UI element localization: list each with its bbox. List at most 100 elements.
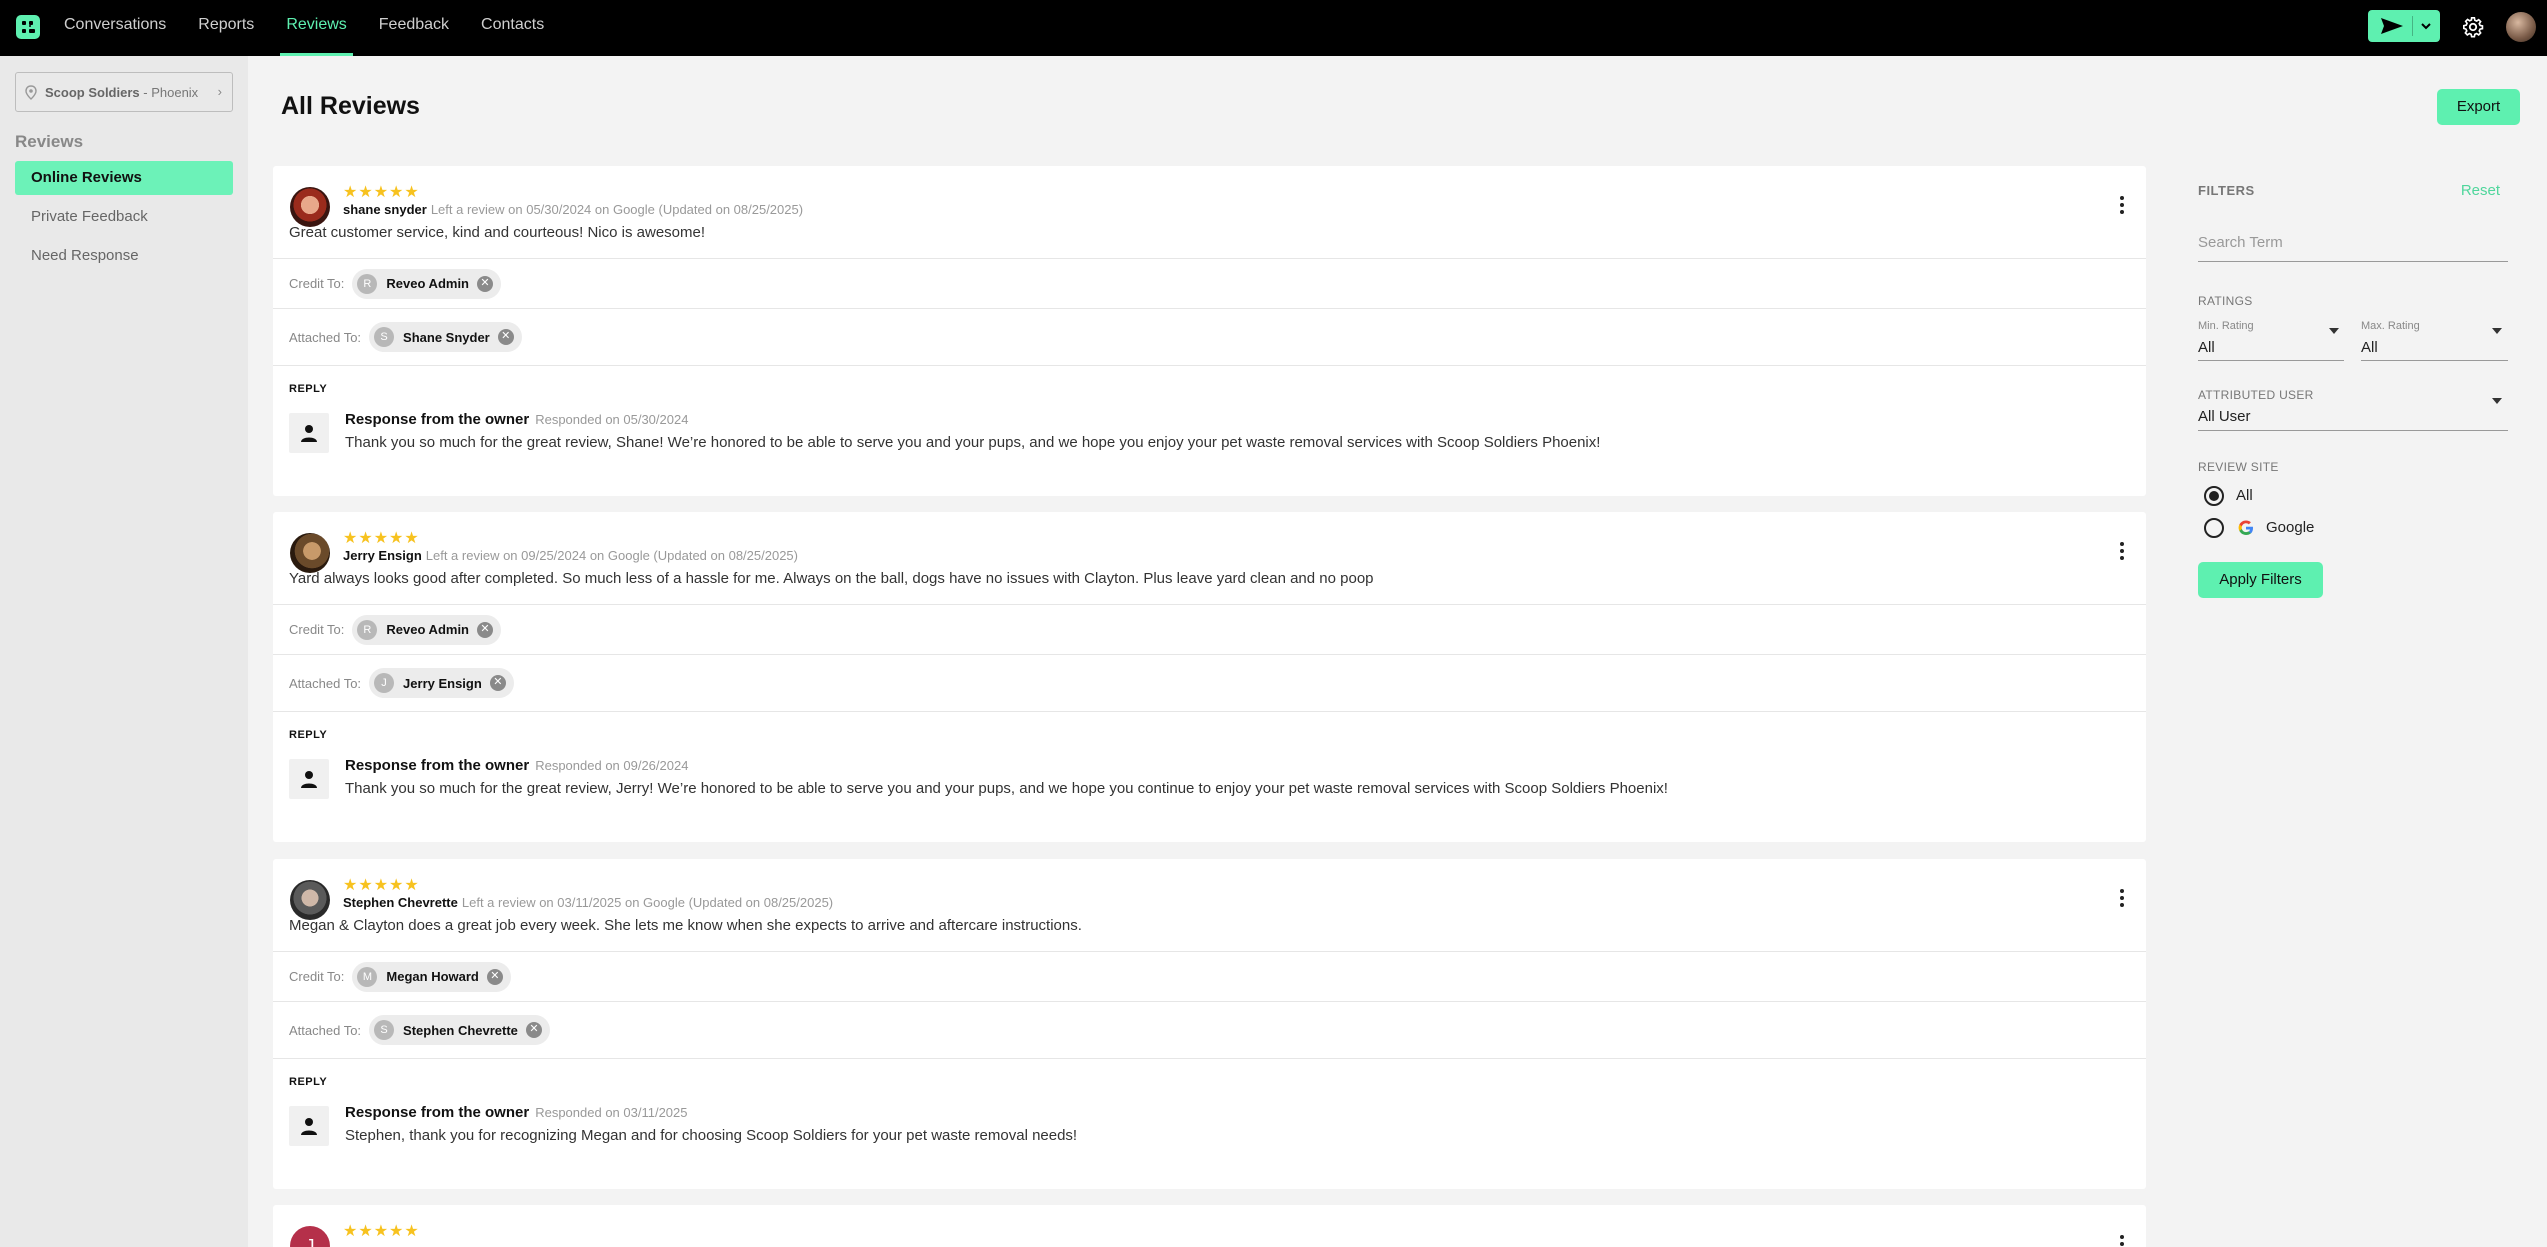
remove-icon[interactable]: ✕	[497, 329, 514, 345]
attached-label: Attached To:	[289, 675, 362, 691]
credit-row: Credit To: R Reveo Admin ✕	[273, 258, 2146, 308]
reply-label: REPLY	[289, 729, 328, 741]
location-pin-icon	[25, 85, 37, 100]
remove-icon[interactable]: ✕	[486, 968, 503, 985]
reset-link[interactable]: Reset	[2461, 182, 2500, 199]
page-title: All Reviews	[281, 92, 420, 120]
review-meta: Left a review on 05/30/2024 on Google (U…	[430, 202, 804, 217]
apply-filters-button[interactable]: Apply Filters	[2198, 562, 2323, 598]
chevron-down-icon[interactable]	[2420, 20, 2432, 32]
attached-label: Attached To:	[289, 1022, 362, 1038]
app-logo-icon[interactable]	[16, 15, 40, 39]
attached-chip: J Jerry Ensign ✕	[369, 668, 514, 698]
review-meta: Left a review on 09/25/2024 on Google (U…	[425, 548, 798, 563]
response-title: Response from the owner	[345, 411, 530, 428]
remove-icon[interactable]: ✕	[477, 275, 493, 292]
more-options-icon[interactable]	[2120, 542, 2124, 560]
response-date: Responded on 05/30/2024	[535, 412, 689, 427]
nav-feedback[interactable]: Feedback	[379, 0, 449, 56]
chip-name: Reveo Admin	[386, 276, 469, 291]
reply-label: REPLY	[289, 1076, 328, 1088]
nav-contacts[interactable]: Contacts	[481, 0, 544, 56]
gear-icon[interactable]	[2462, 16, 2484, 38]
radio-all-label: All	[2236, 487, 2253, 504]
reply-section: REPLY Response from the owner Responded o…	[273, 711, 2146, 823]
location-selector[interactable]: Scoop Soldiers - Phoenix ›	[15, 72, 233, 112]
review-card: ★★★★★ Stephen Chevrette Left a review on …	[273, 859, 2146, 1189]
review-card: ★★★★★ shane snyder Left a review on 05/30…	[273, 166, 2146, 496]
google-icon	[2238, 520, 2253, 535]
review-card: ★★★★★ Jerry Ensign Left a review on 09/25…	[273, 512, 2146, 842]
radio-google[interactable]	[2204, 518, 2224, 538]
owner-avatar	[289, 1106, 329, 1146]
reviewer-avatar	[290, 880, 330, 920]
response-text: Thank you so much for the great review, …	[345, 434, 1601, 451]
credit-chip: R Reveo Admin ✕	[352, 268, 501, 299]
chevron-down-icon[interactable]	[2492, 328, 2502, 334]
chip-name: Reveo Admin	[386, 622, 469, 637]
review-card: J ★★★★★	[273, 1205, 2146, 1247]
person-icon	[301, 771, 317, 788]
chip-name: Shane Snyder	[403, 329, 490, 345]
star-rating: ★★★★★	[343, 877, 420, 894]
send-icon	[2381, 18, 2403, 34]
nav-conversations[interactable]: Conversations	[64, 0, 166, 56]
chip-initial: S	[374, 327, 395, 347]
attached-chip: S Shane Snyder ✕	[369, 322, 522, 352]
review-text: Great customer service, kind and courteo…	[289, 224, 706, 241]
response-date: Responded on 09/26/2024	[535, 758, 689, 773]
attached-row: Attached To: S Stephen Chevrette ✕	[273, 1001, 2146, 1058]
review-site-label: REVIEW SITE	[2198, 460, 2279, 474]
response-date: Responded on 03/11/2025	[535, 1105, 688, 1120]
top-navigation-bar: Conversations Reports Reviews Feedback C…	[0, 0, 2547, 56]
nav-reviews[interactable]: Reviews	[280, 0, 354, 56]
credit-chip: M Megan Howard ✕	[352, 961, 511, 992]
max-rating-label: Max. Rating	[2361, 320, 2420, 332]
remove-icon[interactable]: ✕	[477, 621, 493, 638]
attached-row: Attached To: S Shane Snyder ✕	[273, 308, 2146, 365]
more-options-icon[interactable]	[2120, 196, 2124, 214]
search-input[interactable]: Search Term	[2198, 232, 2508, 262]
nav-reports[interactable]: Reports	[198, 0, 254, 56]
chevron-down-icon[interactable]	[2492, 398, 2502, 404]
owner-avatar	[289, 759, 329, 799]
reviewer-avatar	[290, 533, 330, 573]
credit-label: Credit To:	[289, 622, 345, 637]
reply-section: REPLY Response from the owner Responded o…	[273, 1058, 2146, 1170]
more-options-icon[interactable]	[2120, 889, 2124, 907]
owner-avatar	[289, 413, 329, 453]
reviewer-avatar	[290, 187, 330, 227]
more-options-icon[interactable]	[2120, 1235, 2124, 1247]
person-icon	[301, 425, 317, 442]
review-text: Yard always looks good after completed. …	[289, 570, 1374, 587]
chip-initial: J	[374, 673, 395, 693]
remove-icon[interactable]: ✕	[525, 1022, 542, 1038]
chip-initial: R	[357, 273, 378, 294]
credit-label: Credit To:	[289, 276, 345, 291]
ratings-label: RATINGS	[2198, 294, 2253, 308]
reply-label: REPLY	[289, 383, 328, 395]
remove-icon[interactable]: ✕	[489, 675, 506, 691]
sidebar-item-private-feedback[interactable]: Private Feedback	[15, 200, 233, 234]
chevron-right-icon: ›	[217, 84, 222, 99]
export-button[interactable]: Export	[2437, 89, 2520, 125]
user-avatar[interactable]	[2506, 12, 2536, 42]
sidebar-item-online-reviews[interactable]: Online Reviews	[15, 161, 233, 195]
radio-google-label: Google	[2266, 519, 2315, 536]
attributed-user-label: ATTRIBUTED USER	[2198, 388, 2314, 402]
min-rating-label: Min. Rating	[2198, 320, 2254, 332]
radio-all[interactable]	[2204, 486, 2224, 506]
main-nav: Conversations Reports Reviews Feedback C…	[64, 0, 576, 56]
response-text: Thank you so much for the great review, …	[345, 780, 1668, 797]
min-rating-select[interactable]: All	[2198, 339, 2215, 356]
sidebar-item-need-response[interactable]: Need Response	[15, 239, 233, 273]
reviewer-avatar: J	[290, 1226, 330, 1247]
chevron-down-icon[interactable]	[2329, 328, 2339, 334]
star-rating: ★★★★★	[343, 184, 420, 201]
send-button[interactable]	[2368, 10, 2440, 42]
response-text: Stephen, thank you for recognizing Megan…	[345, 1127, 1078, 1144]
response-title: Response from the owner	[345, 757, 530, 774]
chip-name: Stephen Chevrette	[403, 1022, 518, 1038]
max-rating-select[interactable]: All	[2361, 339, 2378, 356]
attributed-user-select[interactable]: All User	[2198, 408, 2251, 425]
